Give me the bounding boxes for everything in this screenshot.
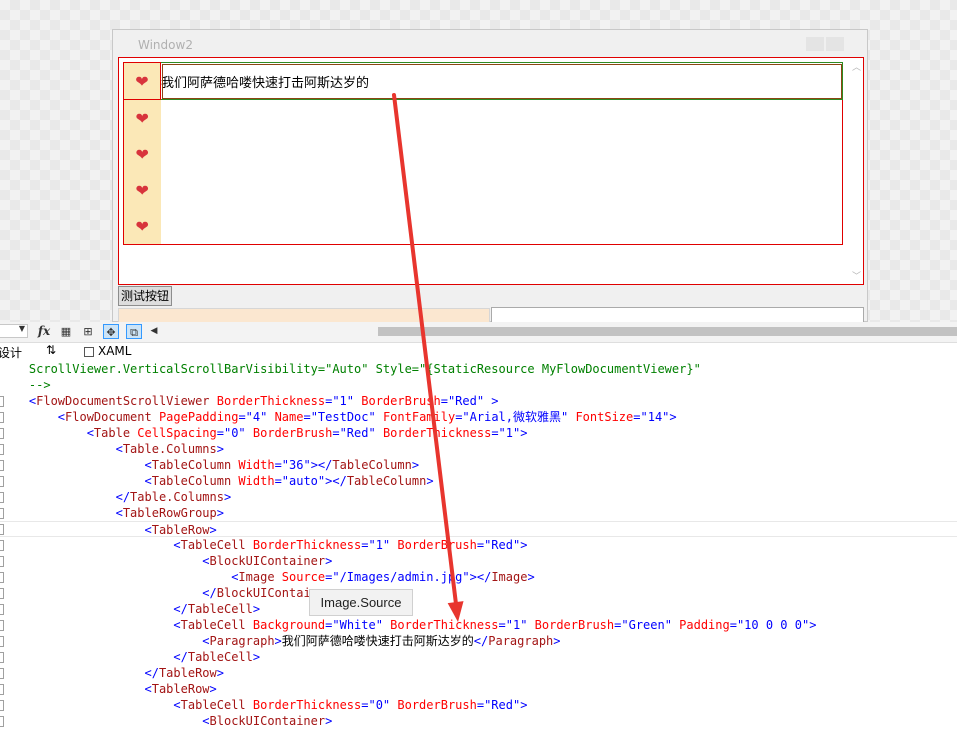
arrow-line <box>392 93 458 606</box>
annotation-arrow <box>392 93 464 622</box>
